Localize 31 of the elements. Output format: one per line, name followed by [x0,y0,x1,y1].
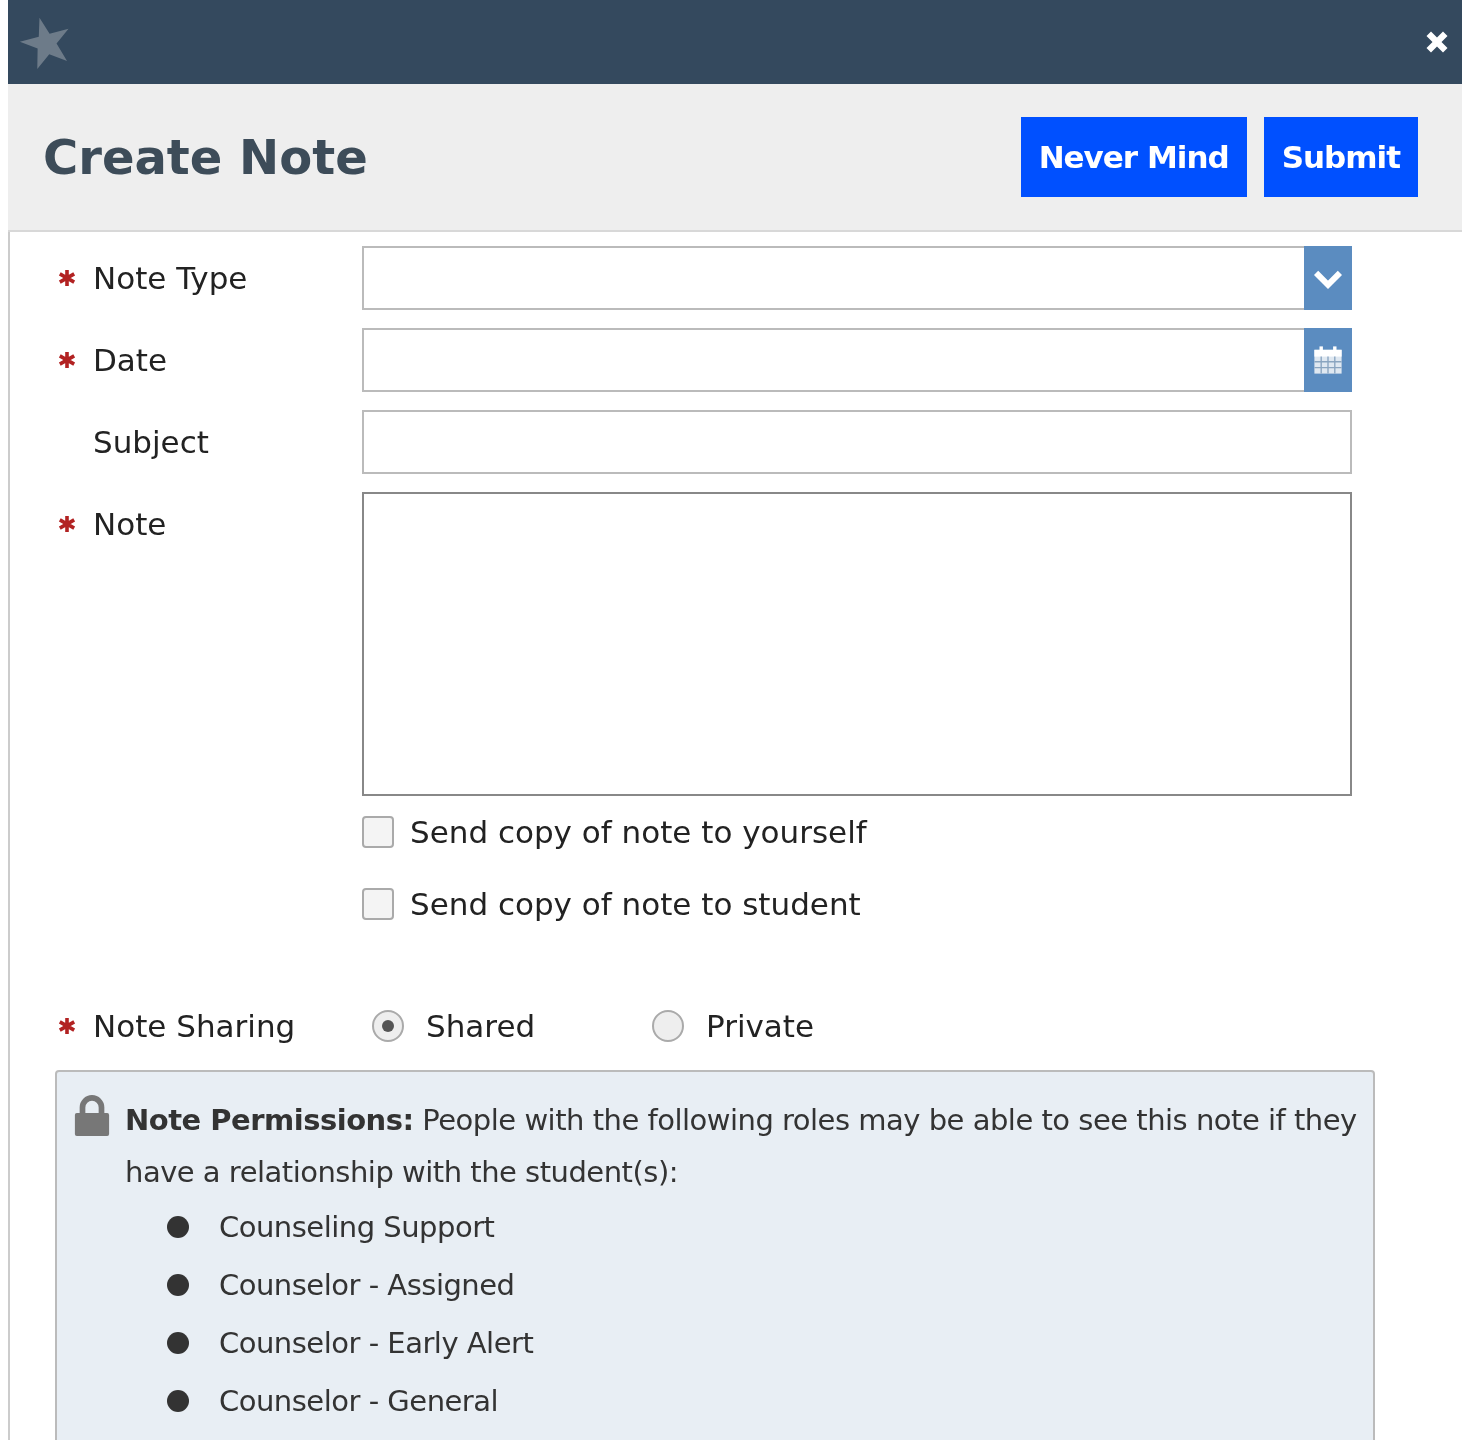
radio-button[interactable] [372,1010,404,1042]
role-item: Counseling Support [219,1210,495,1244]
checkbox-label: Send copy of note to yourself [410,814,867,850]
checkbox[interactable] [362,888,394,920]
radio-button[interactable] [652,1010,684,1042]
note-type-dropdown[interactable] [362,246,1352,310]
role-item: Counselor - Early Alert [219,1326,534,1360]
role-item: Counselor - General [219,1384,499,1418]
checkbox[interactable] [362,816,394,848]
chevron-icon[interactable] [1304,246,1352,310]
permissions-text: Note Permissions: People with the following roles may be able to see this note if they have a relationship with the student(s): [125,1102,1357,1191]
radio-label: Shared [426,1008,536,1044]
radio-label: Private [706,1008,815,1044]
calendar-icon[interactable] [1304,328,1352,392]
checkbox-label: Send copy of note to student [410,886,861,922]
subject-field[interactable] [362,410,1352,474]
action-button[interactable]: Never Mind [1020,117,1247,197]
bullet-icon [167,1390,189,1412]
field-label: Note Sharing [93,1008,296,1044]
bullet-icon [167,1274,189,1296]
role-item: Counselor - Assigned [219,1268,515,1302]
field-label: Subject [93,424,209,460]
dialog-title: Create Note [43,129,368,185]
lock-icon [73,1094,111,1136]
field-label: Note Type [93,260,248,296]
bullet-icon [167,1216,189,1238]
date-field[interactable] [362,328,1352,392]
bullet-icon [167,1332,189,1354]
action-button[interactable]: Submit [1263,117,1418,197]
field-label: Note [93,506,167,542]
field-label: Date [93,342,168,378]
